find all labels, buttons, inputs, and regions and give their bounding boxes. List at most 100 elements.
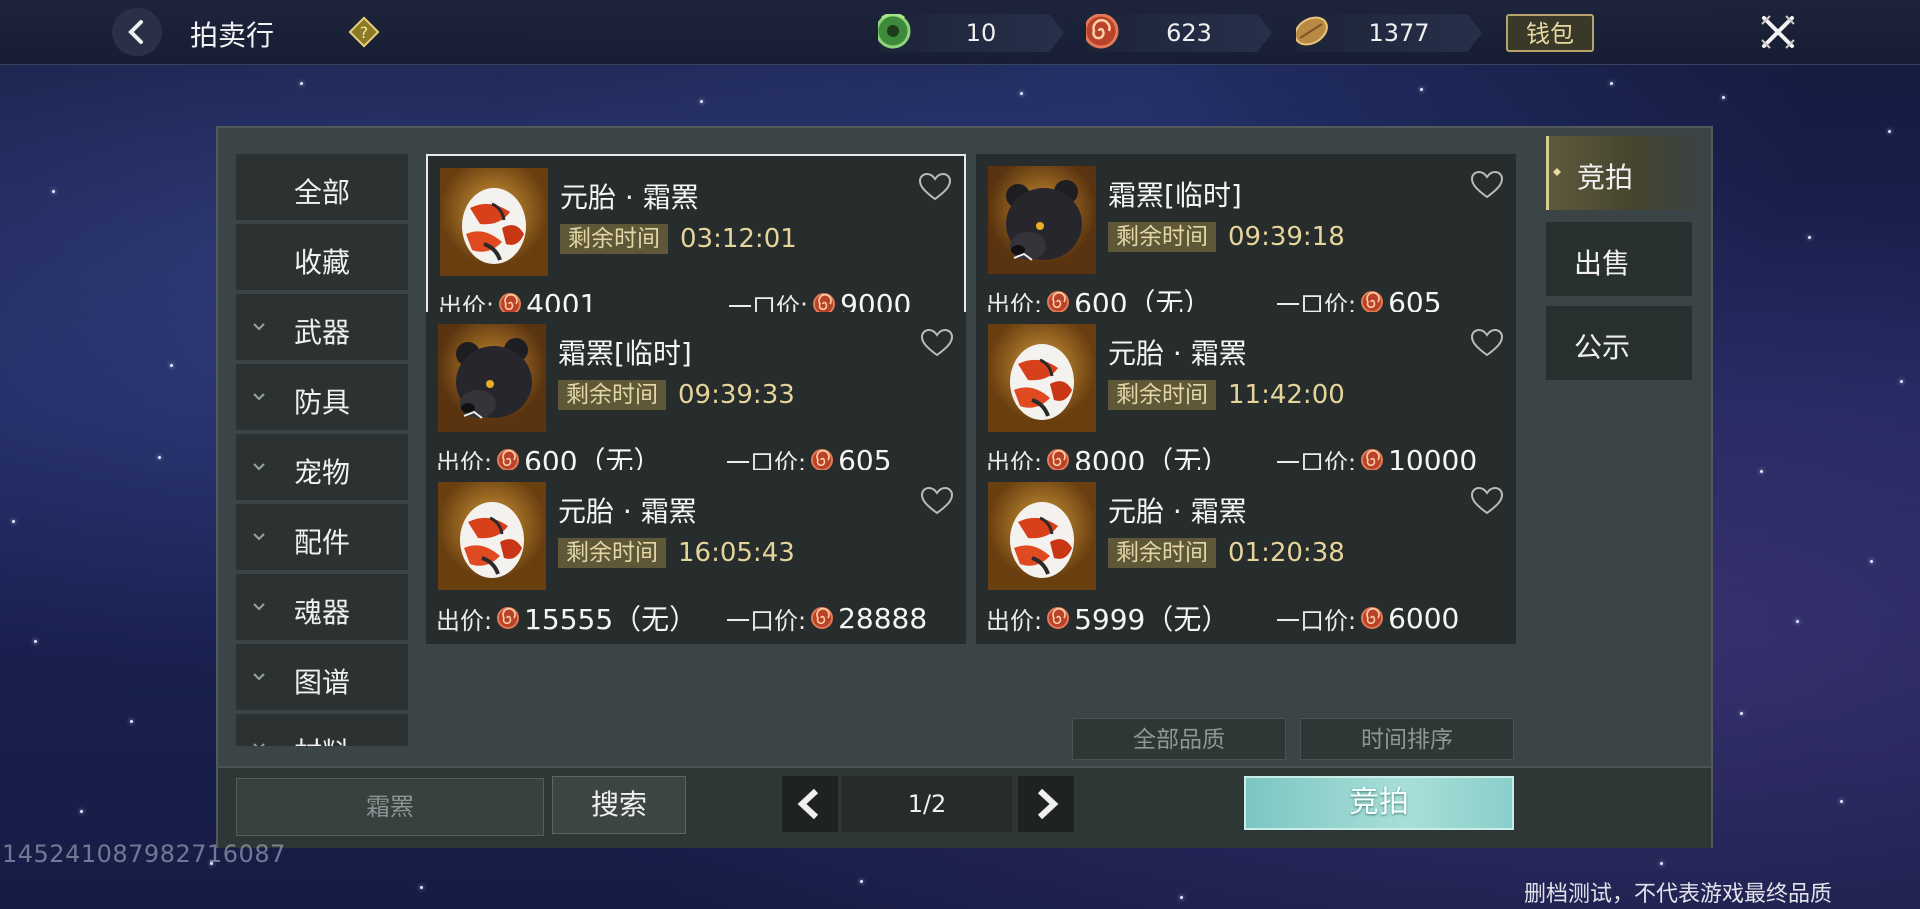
star — [12, 520, 15, 523]
listing-card[interactable]: 霜罴[临时] 剩余时间 09:39:18 出价: 600（无） 一口价: 605 — [976, 154, 1516, 328]
category-all[interactable]: 全部 — [236, 154, 408, 220]
currency-value: 623 — [1166, 19, 1212, 47]
item-egg-image — [440, 168, 548, 276]
buyout-price: 一口价: 6000 — [1276, 602, 1459, 635]
tab-bid[interactable]: 竞拍 — [1546, 136, 1695, 210]
red-spiral-coin-icon — [1047, 449, 1070, 471]
bid-action-button[interactable]: 竞拍 — [1244, 776, 1514, 830]
category-accessories[interactable]: 配件 — [236, 504, 408, 570]
red-spiral-coin-icon — [1361, 291, 1384, 313]
player-uid: 1452410879827160​87 — [2, 840, 286, 868]
buyout-price: 一口价: 28888 — [726, 602, 927, 635]
category-pets[interactable]: 宠物 — [236, 434, 408, 500]
help-diamond-icon[interactable]: ? — [348, 16, 380, 48]
quality-filter-button[interactable]: 全部品质 — [1072, 718, 1286, 760]
green-jade-coin-icon — [878, 14, 911, 49]
search-input[interactable]: 霜罴 — [236, 778, 544, 836]
item-name: 霜罴[临时] — [1108, 179, 1242, 212]
wallet-button[interactable]: 钱包 — [1506, 14, 1594, 52]
red-spiral-coin-icon — [497, 449, 520, 471]
category-label: 材料 — [236, 731, 408, 746]
favorite-heart-icon[interactable] — [1470, 170, 1504, 200]
category-label: 配件 — [293, 526, 350, 559]
star — [170, 364, 173, 367]
star — [1722, 96, 1725, 99]
category-soul-artifacts[interactable]: 魂器 — [236, 574, 408, 640]
prev-page-button[interactable] — [782, 776, 838, 832]
category-materials[interactable]: 材料 — [236, 714, 408, 746]
star — [34, 640, 37, 643]
category-weapons[interactable]: 武器 — [236, 294, 408, 360]
time-remaining-label: 剩余时间 — [558, 538, 666, 568]
favorite-heart-icon[interactable] — [920, 486, 954, 516]
category-label: 全部 — [293, 176, 350, 209]
search-button[interactable]: 搜索 — [552, 776, 686, 834]
favorite-heart-icon[interactable] — [1470, 486, 1504, 516]
time-remaining-label: 剩余时间 — [1108, 380, 1216, 410]
bid-label: 出价: — [436, 606, 493, 635]
listing-card[interactable]: 元胎 · 霜罴 剩余时间 11:42:00 出价: 8000（无） 一口价: 10000 — [976, 312, 1516, 486]
star — [52, 190, 55, 193]
item-name: 元胎 · 霜罴 — [560, 181, 699, 214]
star — [80, 810, 83, 813]
listing-card[interactable]: 霜罴[临时] 剩余时间 09:39:33 出价: 600（无） 一口价: 605 — [426, 312, 966, 486]
star — [158, 456, 161, 459]
category-armor[interactable]: 防具 — [236, 364, 408, 430]
category-label: 武器 — [293, 316, 350, 349]
star — [700, 100, 703, 103]
red-spiral-coin-icon — [1047, 607, 1070, 629]
red-spiral-coin-icon — [1361, 607, 1384, 629]
star — [1180, 896, 1183, 899]
bid-label: 出价: — [986, 606, 1043, 635]
diamond-marker-icon — [1553, 168, 1561, 176]
category-blueprints[interactable]: 图谱 — [236, 644, 408, 710]
currency-value: 10 — [965, 19, 997, 47]
tab-sell[interactable]: 出售 — [1546, 222, 1692, 296]
close-button[interactable] — [1752, 6, 1804, 58]
red-spiral-coin-icon — [1047, 291, 1070, 313]
favorite-heart-icon[interactable] — [920, 328, 954, 358]
star — [420, 886, 423, 889]
category-label: 魂器 — [293, 596, 350, 629]
favorite-heart-icon[interactable] — [1470, 328, 1504, 358]
item-name: 元胎 · 霜罴 — [1108, 495, 1247, 528]
star — [300, 82, 303, 85]
chevron-right-icon — [1037, 788, 1059, 820]
listing-card[interactable]: 元胎 · 霜罴 剩余时间 16:05:43 出价: 15555（无） 一口价: 28888 — [426, 470, 966, 644]
item-name: 霜罴[临时] — [558, 337, 692, 370]
red-spiral-coin-icon — [811, 449, 834, 471]
star — [1808, 236, 1811, 239]
favorite-heart-icon[interactable] — [918, 172, 952, 202]
currency-value: 1377 — [1368, 19, 1430, 47]
tab-announcement[interactable]: 公示 — [1546, 306, 1692, 380]
next-page-button[interactable] — [1018, 776, 1074, 832]
currency-seed: 1377 — [1296, 14, 1482, 52]
star — [1610, 82, 1613, 85]
chevron-left-icon — [128, 20, 143, 44]
top-bar: 拍卖行 ? 10 623 1377 钱包 — [0, 0, 1920, 65]
auction-panel: 全部 收藏 武器 防具 宠物 配件 魂器 图谱 材料 元胎 · 霜罴剩余时间03… — [216, 126, 1713, 848]
sort-time-button[interactable]: 时间排序 — [1300, 718, 1514, 760]
listing-card[interactable]: 元胎 · 霜罴 剩余时间 03:12:01 出价: 4001 一口价: 9000 — [426, 154, 966, 328]
time-remaining-label: 剩余时间 — [1108, 538, 1216, 568]
category-label: 收藏 — [293, 246, 350, 279]
category-favorites[interactable]: 收藏 — [236, 224, 408, 290]
time-remaining-label: 剩余时间 — [560, 224, 668, 254]
time-remaining-value: 11:42:00 — [1228, 380, 1345, 410]
category-label: 防具 — [293, 386, 350, 419]
item-bear-image — [438, 324, 546, 432]
time-remaining-value: 01:20:38 — [1228, 538, 1345, 568]
listing-card[interactable]: 元胎 · 霜罴 剩余时间 01:20:38 出价: 5999（无） 一口价: 6000 — [976, 470, 1516, 644]
time-remaining-label: 剩余时间 — [558, 380, 666, 410]
star — [1020, 92, 1023, 95]
red-spiral-coin-icon — [497, 607, 520, 629]
back-button[interactable] — [112, 8, 162, 56]
tab-label: 竞拍 — [1577, 161, 1634, 194]
category-sidebar[interactable]: 全部 收藏 武器 防具 宠物 配件 魂器 图谱 材料 — [236, 154, 408, 746]
category-label: 图谱 — [293, 666, 350, 699]
time-remaining-value: 16:05:43 — [678, 538, 795, 568]
star — [130, 720, 133, 723]
test-notice: 删档测试，不代表游戏最终品质 — [1524, 882, 1833, 907]
tab-label: 出售 — [1574, 247, 1631, 280]
star — [1888, 130, 1891, 133]
